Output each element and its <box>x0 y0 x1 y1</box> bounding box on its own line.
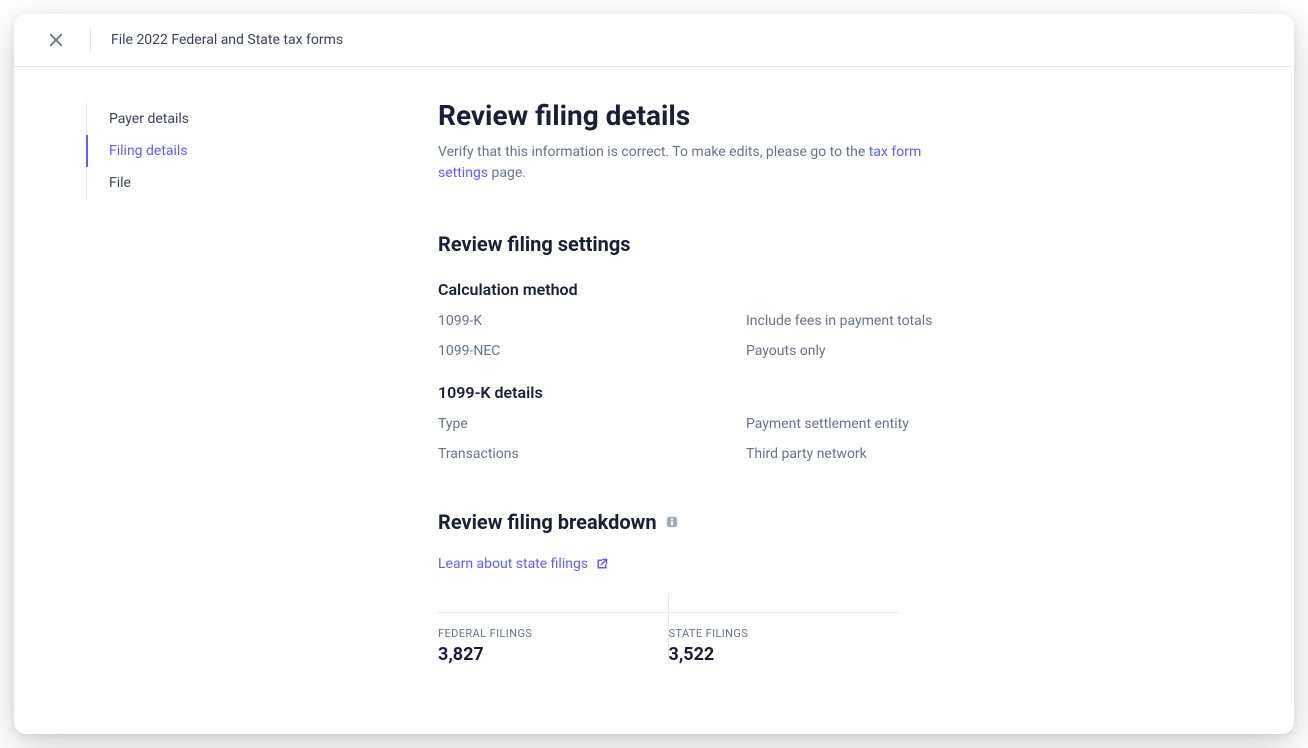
close-button[interactable] <box>42 26 70 54</box>
calc-row-val: Payouts only <box>746 343 1238 359</box>
kdetails-row-val: Payment settlement entity <box>746 416 1238 432</box>
header-divider <box>90 28 91 52</box>
stat-federal-label: FEDERAL FILINGS <box>438 627 668 640</box>
calculation-method-heading: Calculation method <box>438 280 1238 299</box>
external-link-icon <box>596 558 608 570</box>
close-icon <box>49 33 63 47</box>
table-row: Transactions Third party network <box>438 446 1238 462</box>
sidebar-item-file[interactable]: File <box>86 167 354 199</box>
modal-header: File 2022 Federal and State tax forms <box>14 14 1294 67</box>
stat-state-label: STATE FILINGS <box>669 627 899 640</box>
section-filing-settings: Review filing settings Calculation metho… <box>438 232 1238 462</box>
stat-state-value: 3,522 <box>669 644 899 665</box>
learn-link-text: Learn about state filings <box>438 556 588 572</box>
k-details-heading: 1099-K details <box>438 383 1238 402</box>
table-row: 1099-K Include fees in payment totals <box>438 313 1238 329</box>
kdetails-row-key: Type <box>438 416 746 432</box>
subtitle-text-after: page. <box>488 165 526 181</box>
k-details-table: Type Payment settlement entity Transacti… <box>438 416 1238 462</box>
subtitle-text-before: Verify that this information is correct.… <box>438 144 869 160</box>
sidebar-item-payer-details[interactable]: Payer details <box>86 103 354 135</box>
page-title: Review filing details <box>438 99 1238 132</box>
info-icon[interactable] <box>665 515 679 529</box>
filing-settings-heading: Review filing settings <box>438 232 1238 256</box>
learn-state-filings-link[interactable]: Learn about state filings <box>438 556 608 572</box>
section-filing-breakdown: Review filing breakdown Learn about stat… <box>438 510 1238 665</box>
stat-state: STATE FILINGS 3,522 <box>669 612 899 665</box>
filing-breakdown-heading: Review filing breakdown <box>438 510 1238 534</box>
table-row: Type Payment settlement entity <box>438 416 1238 432</box>
kdetails-row-val: Third party network <box>746 446 1238 462</box>
modal-body: Payer details Filing details File Review… <box>14 67 1294 734</box>
breakdown-heading-text: Review filing breakdown <box>438 510 657 534</box>
calc-row-key: 1099-NEC <box>438 343 746 359</box>
kdetails-row-key: Transactions <box>438 446 746 462</box>
table-row: 1099-NEC Payouts only <box>438 343 1238 359</box>
sidebar-nav: Payer details Filing details File <box>14 67 354 734</box>
modal-container: File 2022 Federal and State tax forms Pa… <box>14 14 1294 734</box>
sidebar-item-filing-details[interactable]: Filing details <box>86 135 354 167</box>
filing-stats: FEDERAL FILINGS 3,827 STATE FILINGS 3,52… <box>438 594 898 665</box>
calculation-method-table: 1099-K Include fees in payment totals 10… <box>438 313 1238 359</box>
modal-title: File 2022 Federal and State tax forms <box>111 32 343 48</box>
page-subtitle: Verify that this information is correct.… <box>438 142 958 184</box>
main-content: Review filing details Verify that this i… <box>354 67 1294 734</box>
calc-row-key: 1099-K <box>438 313 746 329</box>
calc-row-val: Include fees in payment totals <box>746 313 1238 329</box>
stat-federal-value: 3,827 <box>438 644 668 665</box>
stat-federal: FEDERAL FILINGS 3,827 <box>438 612 668 665</box>
